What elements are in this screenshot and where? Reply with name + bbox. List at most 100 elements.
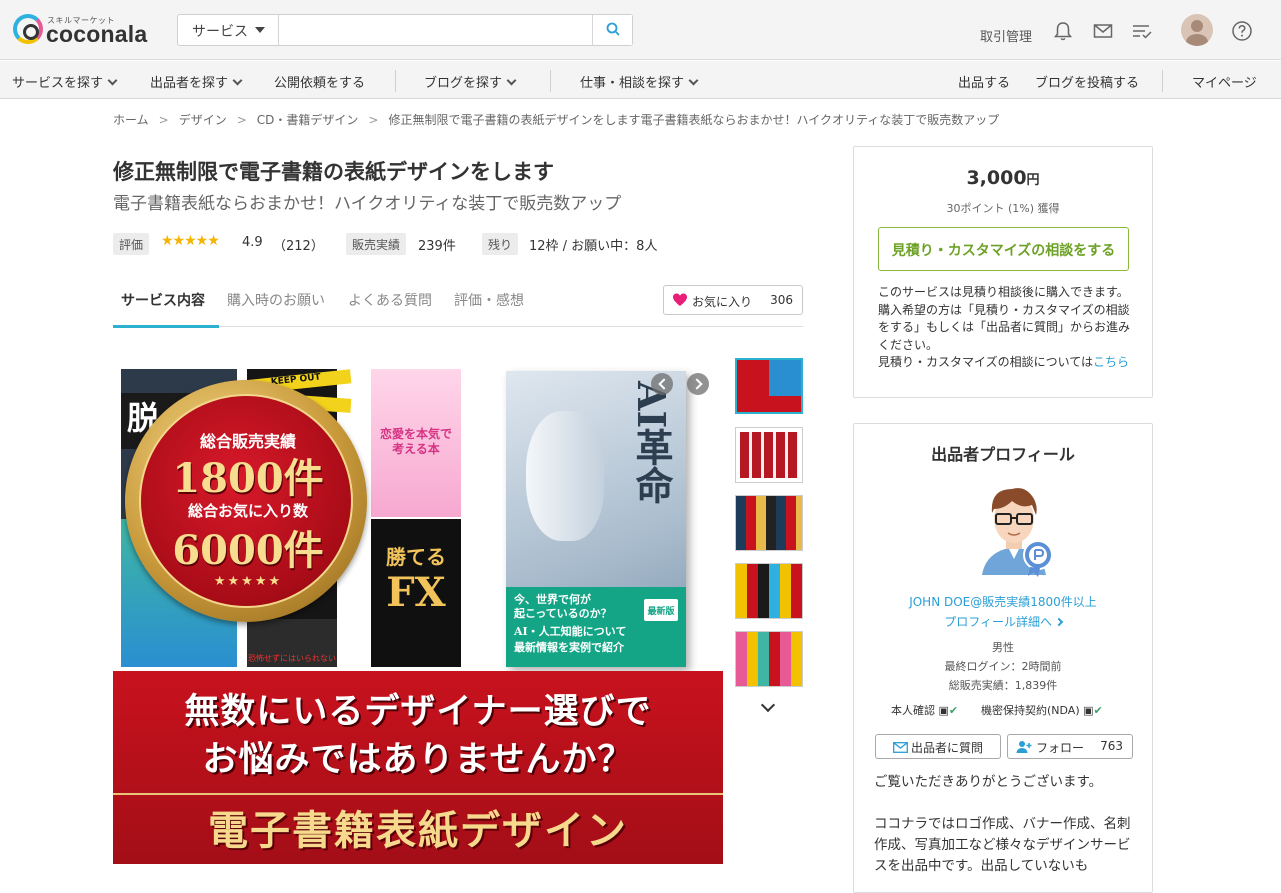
chevron-right-icon: [1054, 617, 1064, 627]
coconala-logo[interactable]: スキルマーケット coconala: [13, 14, 163, 48]
seller-total-sales: 総販売実績：1,839件: [948, 679, 1058, 692]
heart-icon: [673, 293, 687, 306]
top-header: スキルマーケット coconala サービス 取引管理: [0, 0, 1281, 60]
breadcrumb-design[interactable]: デザイン: [179, 113, 227, 127]
nav-find-blogs[interactable]: ブログを探す: [424, 72, 517, 91]
price: 3,000円: [854, 167, 1152, 189]
mail-icon[interactable]: [1092, 20, 1114, 42]
cover-ai-face: [526, 411, 604, 541]
seller-name[interactable]: JOHN DOE@販売実績1800件以上: [854, 593, 1152, 610]
nav-divider: [395, 70, 396, 92]
nav-label: 仕事・相談を探す: [580, 76, 685, 91]
lock-icon: ▣: [1083, 704, 1094, 717]
consult-button[interactable]: 見積り・カスタマイズの相談をする: [878, 227, 1129, 271]
banner-line-1: 無数にいるデザイナー選びで: [184, 691, 652, 732]
logo-text: coconala: [46, 21, 148, 47]
search-button[interactable]: [592, 15, 632, 45]
rating-count[interactable]: （212）: [273, 235, 324, 254]
user-avatar[interactable]: [1181, 14, 1213, 46]
nav-label: サービスを探す: [12, 76, 104, 91]
ask-seller-button[interactable]: 出品者に質問: [875, 734, 1001, 759]
nav-mypage[interactable]: マイページ: [1192, 72, 1257, 91]
medal-line-4: 6000件: [172, 527, 324, 574]
banner-divider: [113, 793, 723, 795]
id-verified-label: 本人確認: [891, 704, 935, 717]
breadcrumb-cd-book[interactable]: CD・書籍デザイン: [257, 113, 359, 127]
image-next-button[interactable]: [687, 373, 709, 395]
tab-reviews[interactable]: 評価・感想: [454, 290, 524, 310]
profile-detail-link[interactable]: プロフィール詳細へ: [854, 613, 1152, 630]
breadcrumb-home[interactable]: ホーム: [113, 113, 149, 127]
medal-stars: ★★★★★: [213, 574, 283, 589]
search-category-select[interactable]: サービス: [178, 15, 279, 45]
nav-find-jobs[interactable]: 仕事・相談を探す: [580, 72, 699, 91]
tab-purchase-requests[interactable]: 購入時のお願い: [227, 290, 325, 310]
cover-ai-text-4: 最新情報を実例で紹介: [514, 641, 624, 654]
price-unit: 円: [1026, 173, 1040, 188]
favorite-button[interactable]: お気に入り 306: [663, 285, 803, 315]
rating-stars: ★★★★★: [161, 233, 220, 249]
thumbnail-2[interactable]: [735, 427, 803, 483]
banner-line-2: お悩みではありませんか？: [202, 739, 634, 780]
thumbnail-1[interactable]: [735, 358, 803, 414]
nav-sell[interactable]: 出品する: [958, 72, 1010, 91]
caret-down-icon: [255, 27, 265, 33]
thumbnail-3[interactable]: [735, 495, 803, 551]
consult-info-link[interactable]: こちら: [1093, 355, 1129, 369]
cover-love-title: 恋愛を本気で考える本: [379, 427, 452, 456]
active-tab-indicator: [113, 325, 219, 328]
seller-profile-box: 出品者プロフィール JOHN DOE@販売実績1800件以上 プロフィール詳細へ…: [853, 423, 1153, 893]
thumbnails-down-chevron-icon[interactable]: [760, 697, 776, 713]
follow-button[interactable]: フォロー 763: [1007, 734, 1133, 759]
breadcrumb-current: 修正無制限で電子書籍の表紙デザインをします電子書籍表紙ならおまかせ！ハイクオリテ…: [388, 113, 1000, 127]
book-cover-ai: AI革命 今、世界で何が 起こっているのか？ AI・人工知能について 最新情報を…: [506, 371, 686, 667]
tab-service-content[interactable]: サービス内容: [121, 290, 205, 310]
sales-label: 販売実績: [346, 233, 407, 255]
banner-line-3: 電子書籍表紙デザイン: [208, 807, 628, 854]
cover-ai-badge: 最新版: [644, 599, 678, 621]
cover-horror-text: 恐怖せずにはいられない: [247, 619, 337, 667]
bell-icon[interactable]: [1052, 20, 1074, 42]
favorite-count: 306: [770, 293, 793, 307]
purchase-note: このサービスは見積り相談後に購入できます。購入希望の方は「見積り・カスタマイズの…: [878, 284, 1140, 372]
cover-ai-band: 今、世界で何が 起こっているのか？ AI・人工知能について 最新情報を実例で紹介…: [506, 587, 686, 667]
cover-ai-title: AI革命: [629, 381, 674, 505]
remaining-label: 残り: [482, 233, 519, 255]
points-earned: 30ポイント (1%) 獲得: [946, 202, 1060, 215]
profile-title: 出品者プロフィール: [931, 445, 1075, 464]
price-value: 3,000: [966, 167, 1027, 189]
transactions-link[interactable]: 取引管理: [980, 26, 1032, 45]
tab-faq[interactable]: よくある質問: [348, 290, 432, 310]
nav-divider: [550, 70, 551, 92]
nav-find-services[interactable]: サービスを探す: [12, 72, 118, 91]
todo-list-icon[interactable]: [1131, 20, 1153, 42]
nav-post-blog[interactable]: ブログを投稿する: [1035, 72, 1139, 91]
medal-inner: 総合販売実績 1800件 総合お気に入り数 6000件 ★★★★★: [139, 394, 353, 608]
thumbnail-4[interactable]: [735, 563, 803, 619]
rating-label: 評価: [113, 233, 150, 255]
nav-find-sellers[interactable]: 出品者を探す: [150, 72, 243, 91]
main-service-image[interactable]: 脱 KEEP OUT 恐怖せずにはいられない 恋愛を本気で考える本 勝てる FX…: [113, 358, 723, 864]
image-prev-button[interactable]: [651, 373, 673, 395]
seller-avatar[interactable]: [968, 479, 1060, 579]
profile-detail-label: プロフィール詳細へ: [944, 615, 1052, 629]
nav-post-request[interactable]: 公開依頼をする: [274, 72, 365, 91]
sales-record-medal: 総合販売実績 1800件 総合お気に入り数 6000件 ★★★★★: [125, 380, 367, 622]
breadcrumb-separator: >: [236, 113, 247, 127]
nav-label: 出品者を探す: [150, 76, 229, 91]
thumbnail-5[interactable]: [735, 631, 803, 687]
chevron-down-icon: [688, 75, 699, 86]
breadcrumb-separator: >: [368, 113, 379, 127]
search-input[interactable]: [280, 15, 592, 45]
search-icon: [606, 22, 620, 36]
nda-label: 機密保持契約(NDA): [981, 704, 1080, 717]
nda-verified: 機密保持契約(NDA) ▣✔: [981, 702, 1103, 718]
seller-description: ご覧いただきありがとうございます。 ココナラではロゴ作成、バナー作成、名刺作成、…: [874, 774, 1131, 874]
chevron-down-icon: [232, 75, 243, 86]
follow-count: 763: [1100, 739, 1123, 753]
help-icon[interactable]: [1231, 20, 1253, 42]
logo-mark-icon: [13, 14, 43, 44]
cover-ai-text-1: 今、世界で何が: [514, 593, 591, 606]
favorite-label: お気に入り: [692, 295, 753, 309]
nav-divider: [1162, 70, 1163, 92]
